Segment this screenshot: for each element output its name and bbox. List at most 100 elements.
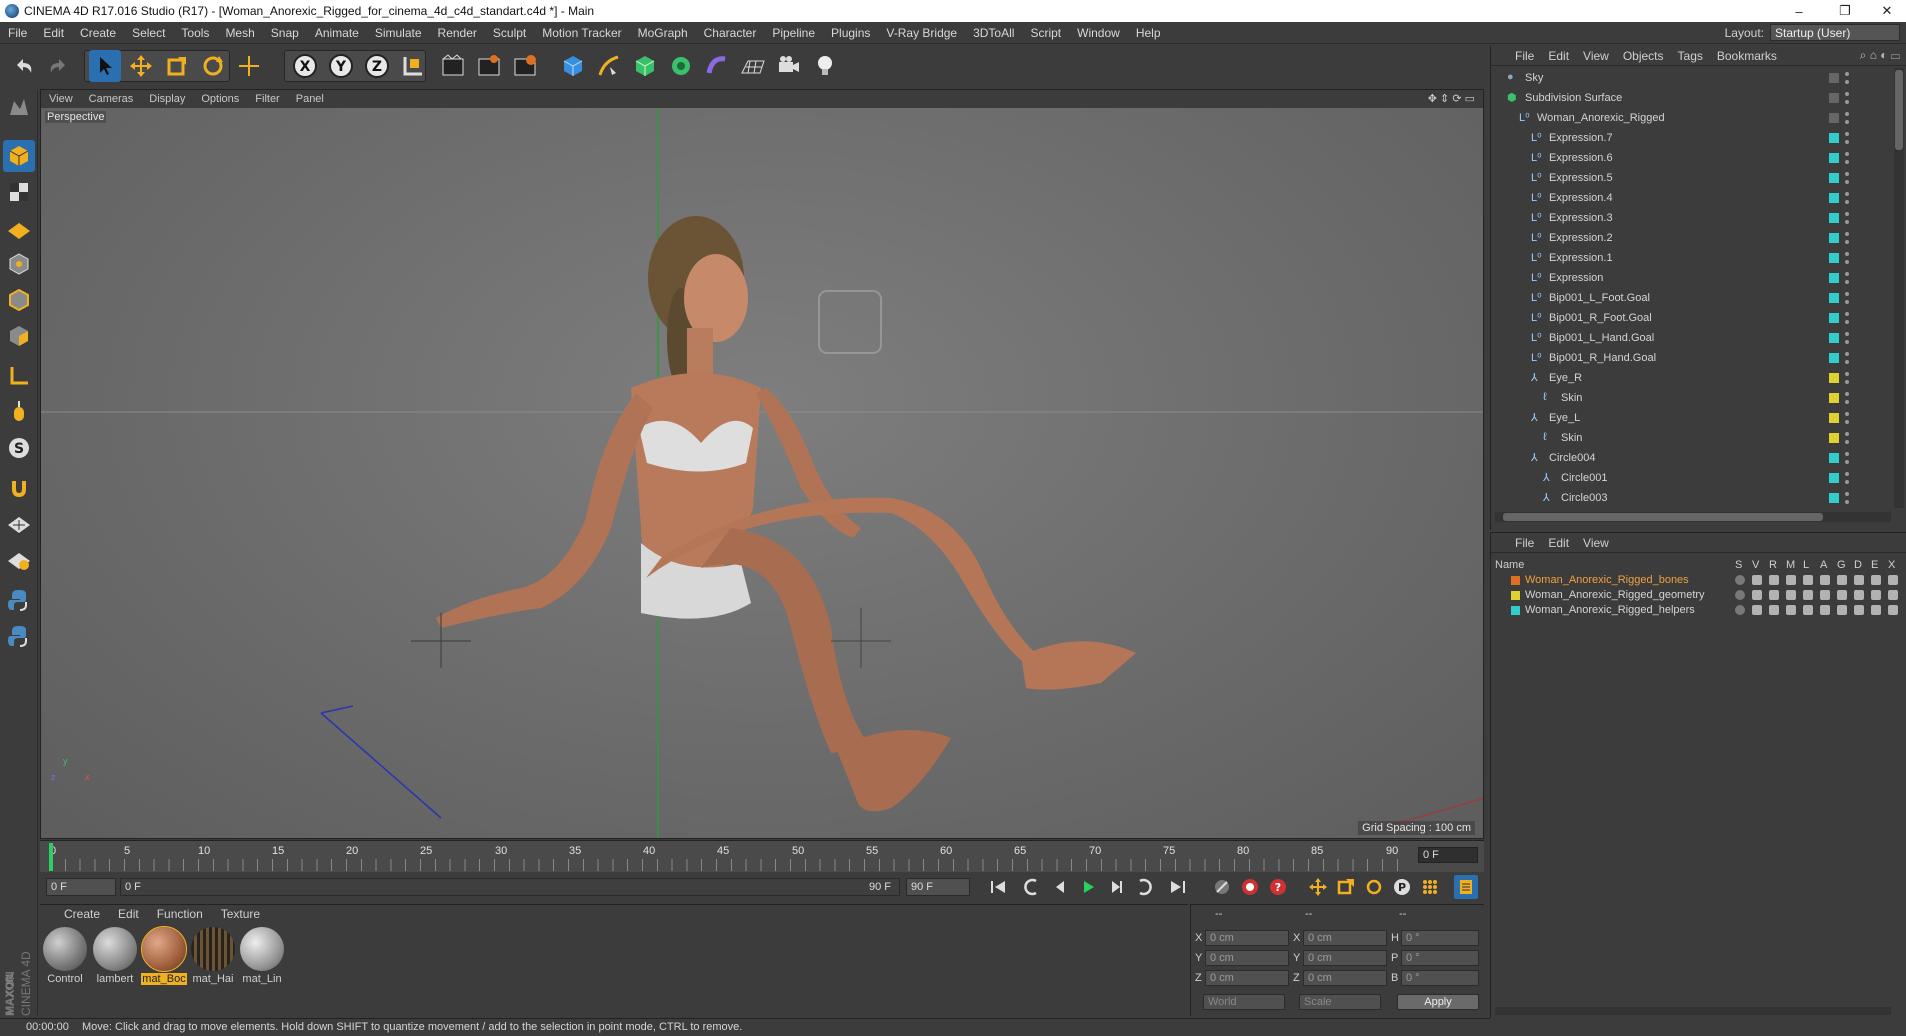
render-visibility-dot[interactable] — [1845, 220, 1849, 224]
cube-primitive-icon[interactable] — [557, 50, 589, 82]
lm-horizontal-scrollbar[interactable] — [1495, 1007, 1891, 1015]
menu-animate[interactable]: Animate — [307, 26, 367, 40]
layer-color-swatch[interactable] — [1829, 333, 1839, 343]
object-row[interactable]: ⅄ Circle003 — [1491, 488, 1887, 508]
prev-frame-icon[interactable] — [1048, 875, 1072, 899]
rotation-b-field[interactable]: 0 ° — [1401, 970, 1479, 986]
layer-toggle-l-icon[interactable] — [1803, 590, 1813, 600]
layer-toggle-r-icon[interactable] — [1769, 575, 1779, 585]
layer-toggle-e-icon[interactable] — [1871, 575, 1881, 585]
layer-color-swatch[interactable] — [1829, 153, 1839, 163]
coord-space-dropdown[interactable]: World — [1203, 994, 1285, 1010]
object-row[interactable]: ⬢ Subdivision Surface — [1491, 88, 1887, 108]
make-editable-icon[interactable] — [3, 92, 35, 124]
layer-toggle-v-icon[interactable] — [1752, 605, 1762, 615]
layer-color-swatch[interactable] — [1829, 93, 1839, 103]
render-visibility-dot[interactable] — [1845, 260, 1849, 264]
editor-visibility-dot[interactable] — [1845, 312, 1849, 316]
layer-color-swatch[interactable] — [1511, 606, 1520, 615]
editor-visibility-dot[interactable] — [1845, 132, 1849, 136]
material-menu-function[interactable]: Function — [157, 907, 203, 921]
floor-environment-icon[interactable] — [737, 50, 769, 82]
layer-toggle-g-icon[interactable] — [1837, 575, 1847, 585]
axis-mode-icon[interactable] — [3, 360, 35, 392]
render-visibility-dot[interactable] — [1845, 180, 1849, 184]
layer-toggle-v-icon[interactable] — [1752, 590, 1762, 600]
move-tool-icon[interactable] — [125, 50, 157, 82]
deformer-icon[interactable] — [701, 50, 733, 82]
layer-toggle-d-icon[interactable] — [1854, 575, 1864, 585]
keyframe-selection-icon[interactable]: ? — [1266, 875, 1290, 899]
points-mode-icon[interactable] — [3, 248, 35, 280]
editor-visibility-dot[interactable] — [1845, 212, 1849, 216]
viewport-menu-panel[interactable]: Panel — [296, 93, 324, 105]
material-swatch[interactable]: mat_Hai — [190, 927, 236, 997]
object-row[interactable]: L⁰ Expression.4 — [1491, 188, 1887, 208]
menu-plugins[interactable]: Plugins — [823, 26, 878, 40]
render-visibility-dot[interactable] — [1845, 280, 1849, 284]
editor-visibility-dot[interactable] — [1845, 112, 1849, 116]
editor-visibility-dot[interactable] — [1845, 192, 1849, 196]
object-row[interactable]: ● Sky — [1491, 68, 1887, 88]
menu-render[interactable]: Render — [430, 26, 485, 40]
editor-visibility-dot[interactable] — [1845, 232, 1849, 236]
layer-toggle-l-icon[interactable] — [1803, 575, 1813, 585]
next-frame-icon[interactable] — [1104, 875, 1128, 899]
editor-visibility-dot[interactable] — [1845, 92, 1849, 96]
viewport-menu-options[interactable]: Options — [201, 93, 239, 105]
render-visibility-dot[interactable] — [1845, 340, 1849, 344]
menu-3dtoall[interactable]: 3DToAll — [965, 26, 1022, 40]
layer-column-r[interactable]: R — [1769, 559, 1777, 571]
menu-simulate[interactable]: Simulate — [367, 26, 430, 40]
render-view-icon[interactable] — [437, 50, 469, 82]
layer-color-swatch[interactable] — [1829, 493, 1839, 503]
object-row[interactable]: L⁰ Expression.6 — [1491, 148, 1887, 168]
light-icon[interactable] — [809, 50, 841, 82]
texture-mode-icon[interactable] — [3, 176, 35, 208]
editor-visibility-dot[interactable] — [1845, 412, 1849, 416]
om-menu-view[interactable]: View — [1583, 49, 1609, 63]
rotate-tool-icon[interactable] — [197, 50, 229, 82]
render-visibility-dot[interactable] — [1845, 400, 1849, 404]
menu-pipeline[interactable]: Pipeline — [764, 26, 823, 40]
autokey-icon[interactable] — [1238, 875, 1262, 899]
layer-color-swatch[interactable] — [1829, 213, 1839, 223]
editor-visibility-dot[interactable] — [1845, 352, 1849, 356]
layer-toggle-a-icon[interactable] — [1820, 590, 1830, 600]
render-visibility-dot[interactable] — [1845, 460, 1849, 464]
layer-toggle-e-icon[interactable] — [1871, 605, 1881, 615]
layer-toggle-x-icon[interactable] — [1888, 605, 1898, 615]
subdivision-surface-icon[interactable] — [629, 50, 661, 82]
menu-select[interactable]: Select — [124, 26, 173, 40]
menu-help[interactable]: Help — [1128, 26, 1169, 40]
goto-end-icon[interactable] — [1166, 875, 1190, 899]
menu-script[interactable]: Script — [1022, 26, 1069, 40]
editor-visibility-dot[interactable] — [1845, 72, 1849, 76]
layer-toggle-v-icon[interactable] — [1752, 575, 1762, 585]
timeline-window-icon[interactable] — [1454, 875, 1478, 899]
polygons-mode-icon[interactable] — [3, 320, 35, 352]
layer-toggle-r-icon[interactable] — [1769, 590, 1779, 600]
render-visibility-dot[interactable] — [1845, 420, 1849, 424]
layer-color-swatch[interactable] — [1829, 133, 1839, 143]
edges-mode-icon[interactable] — [3, 284, 35, 316]
menu-tools[interactable]: Tools — [173, 26, 217, 40]
planar-workplane-icon[interactable] — [3, 544, 35, 576]
material-swatch[interactable]: mat_Lin — [239, 927, 285, 997]
editor-visibility-dot[interactable] — [1845, 492, 1849, 496]
editor-visibility-dot[interactable] — [1845, 472, 1849, 476]
layer-toggle-s-icon[interactable] — [1735, 575, 1745, 585]
material-menu-edit[interactable]: Edit — [118, 907, 139, 921]
spline-pen-icon[interactable] — [593, 50, 625, 82]
editor-visibility-dot[interactable] — [1845, 252, 1849, 256]
object-row[interactable]: L⁰ Bip001_R_Hand.Goal — [1491, 348, 1887, 368]
editor-visibility-dot[interactable] — [1845, 292, 1849, 296]
goto-next-key-icon[interactable] — [1132, 875, 1156, 899]
layer-color-swatch[interactable] — [1829, 393, 1839, 403]
om-menu-tags[interactable]: Tags — [1678, 49, 1703, 63]
apply-button[interactable]: Apply — [1397, 994, 1479, 1010]
object-row[interactable]: L⁰ Bip001_R_Foot.Goal — [1491, 308, 1887, 328]
editor-visibility-dot[interactable] — [1845, 452, 1849, 456]
object-row[interactable]: L⁰ Expression.3 — [1491, 208, 1887, 228]
render-visibility-dot[interactable] — [1845, 440, 1849, 444]
